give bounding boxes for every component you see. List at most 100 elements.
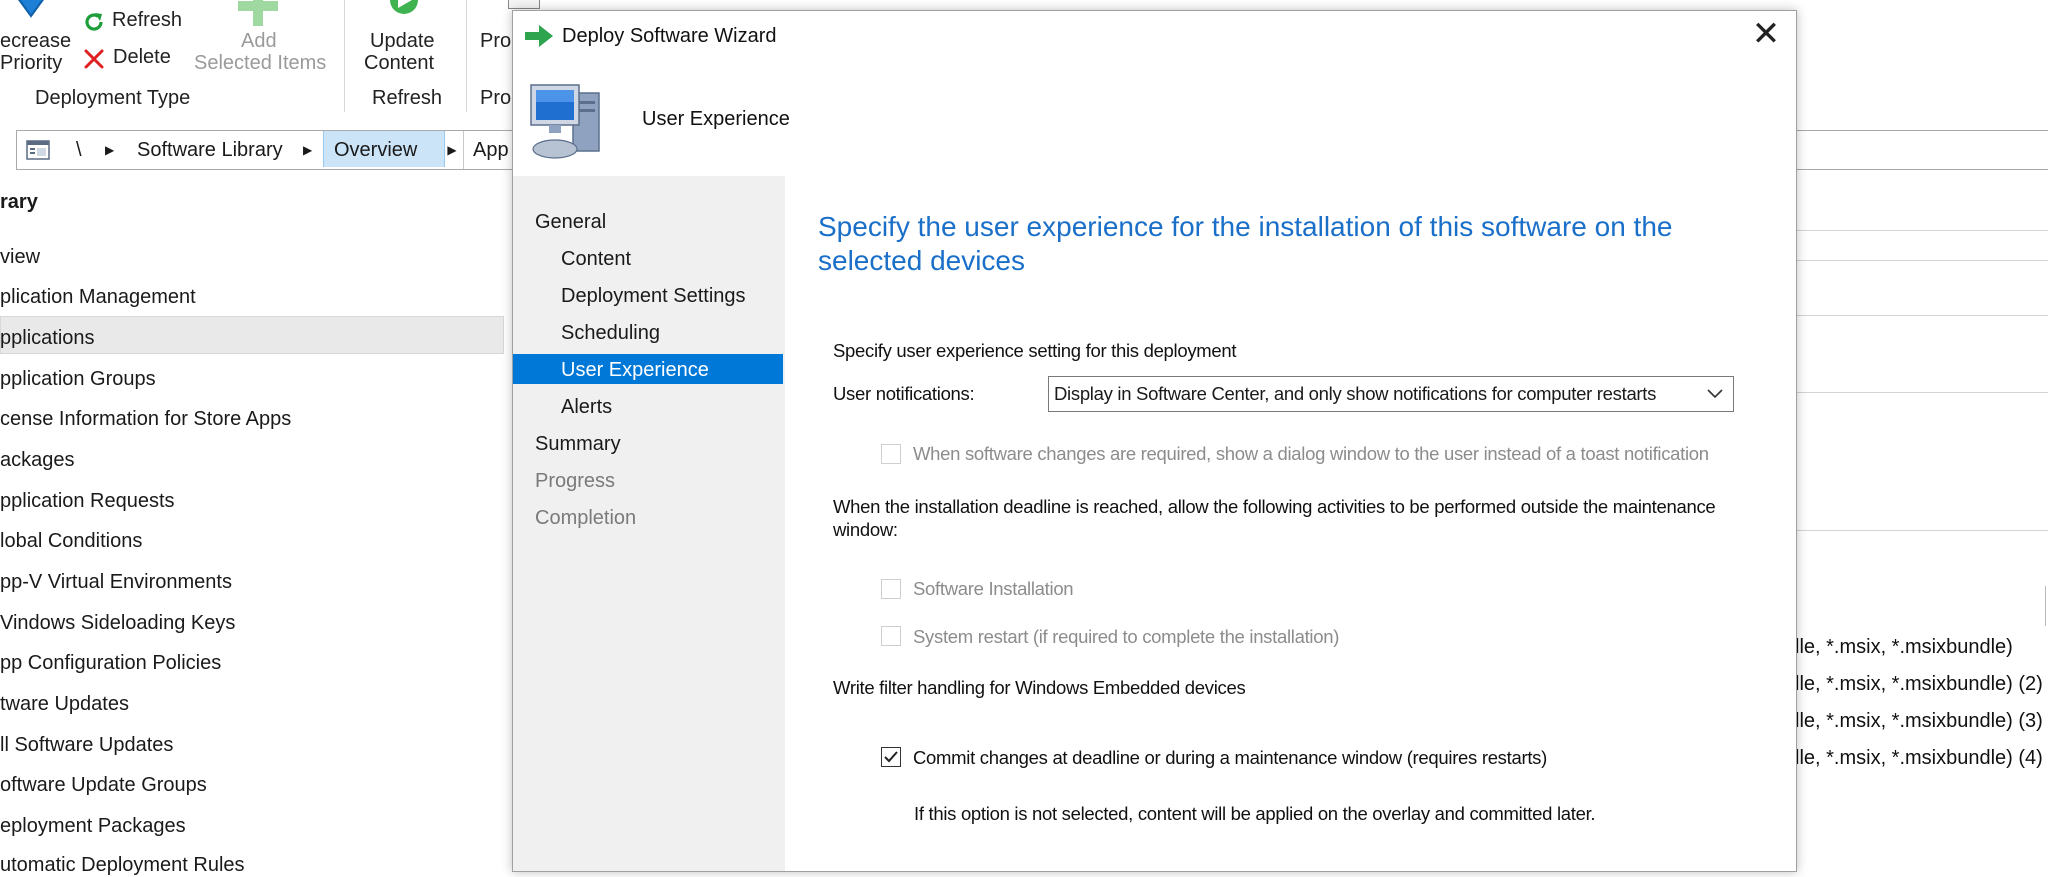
list-item[interactable]: lle, *.msix, *.msixbundle) [1795, 636, 2013, 659]
properties-button-label[interactable]: Pro [480, 30, 511, 53]
step-user-experience[interactable]: User Experience [561, 354, 709, 386]
user-notifications-value: Display in Software Center, and only sho… [1054, 383, 1657, 404]
pane-divider [1795, 530, 2048, 531]
software-installation-checkbox[interactable] [881, 579, 901, 599]
nav-item-automatic-deployment-rules[interactable]: utomatic Deployment Rules [0, 854, 245, 877]
pane-divider [1795, 392, 2048, 393]
nav-item-app-configuration-policies[interactable]: pp Configuration Policies [0, 652, 221, 675]
wizard-content: Specify the user experience for the inst… [785, 176, 1796, 871]
nav-item-application-requests[interactable]: pplication Requests [0, 490, 175, 513]
commit-note: If this option is not selected, content … [914, 803, 1596, 824]
wizard-page-header: User Experience [642, 108, 790, 130]
nav-item-deployment-packages[interactable]: eployment Packages [0, 815, 186, 838]
breadcrumb-root[interactable]: \ [76, 131, 82, 169]
nav-item-app-v-environments[interactable]: pp-V Virtual Environments [0, 571, 232, 594]
step-completion: Completion [535, 507, 637, 529]
add-selected-items-button[interactable]: Add Selected Items [192, 0, 334, 78]
checkmark-icon [884, 751, 898, 763]
breadcrumb-software-library[interactable]: Software Library [137, 131, 283, 169]
nav-item-software-update-groups[interactable]: oftware Update Groups [0, 774, 207, 797]
delete-icon [84, 49, 104, 69]
step-scheduling[interactable]: Scheduling [561, 317, 660, 349]
breadcrumb-arrow-icon[interactable]: ▶ [105, 131, 114, 169]
navigation-pane: rary view plication Management pplicatio… [0, 176, 512, 876]
add-icon [238, 0, 278, 26]
deploy-software-wizard-dialog: Deploy Software Wizard ✕ User Experience… [512, 10, 1797, 872]
add-selected-label-2: Selected Items [194, 52, 327, 74]
update-content-button[interactable]: Update Content [358, 0, 448, 78]
dialog-title: Deploy Software Wizard [562, 25, 777, 47]
close-icon: ✕ [1751, 15, 1781, 53]
system-restart-label: System restart (if required to complete … [913, 626, 1340, 647]
group-label-refresh: Refresh [372, 87, 443, 109]
deadline-text-line2: window: [833, 519, 898, 540]
step-progress: Progress [535, 470, 616, 492]
step-alerts[interactable]: Alerts [561, 391, 612, 423]
step-general[interactable]: General [535, 206, 606, 238]
user-notifications-label: User notifications: [833, 383, 975, 404]
group-label-deployment-type: Deployment Type [35, 87, 191, 109]
decrease-priority-label-2: Priority [0, 52, 63, 74]
step-content[interactable]: Content [561, 243, 631, 275]
chevron-down-icon [1707, 389, 1723, 399]
arrow-down-icon [18, 0, 44, 18]
console-icon [26, 140, 50, 160]
commit-changes-label: Commit changes at deadline or during a m… [913, 747, 1547, 768]
deadline-text-line1: When the installation deadline is reache… [833, 496, 1716, 517]
intro-text: Specify user experience setting for this… [833, 340, 1237, 361]
software-installation-label: Software Installation [913, 578, 1074, 599]
pane-divider [1795, 315, 2048, 316]
breadcrumb-app[interactable]: App [473, 131, 509, 169]
breadcrumb-arrow-icon[interactable]: ▶ [303, 131, 312, 169]
page-title: Specify the user experience for the inst… [818, 211, 1673, 276]
update-content-label-1: Update [370, 30, 435, 52]
wizard-arrow-icon [525, 25, 553, 47]
update-content-icon [390, 0, 418, 14]
pane-divider [1795, 230, 2048, 231]
write-filter-heading: Write filter handling for Windows Embedd… [833, 677, 1246, 698]
nav-item-applications[interactable]: pplications [0, 327, 95, 350]
breadcrumb-overview[interactable]: Overview [323, 131, 445, 167]
ribbon-separator [466, 0, 467, 112]
system-restart-checkbox[interactable] [881, 626, 901, 646]
refresh-label: Refresh [112, 9, 183, 31]
scrollbar-edge[interactable] [2045, 586, 2046, 626]
nav-item-packages[interactable]: ackages [0, 449, 75, 472]
dialog-window-checkbox[interactable] [881, 444, 901, 464]
nav-item-global-conditions[interactable]: lobal Conditions [0, 530, 142, 553]
nav-item-sideloading-keys[interactable]: Vindows Sideloading Keys [0, 612, 235, 635]
wizard-steps: General Content Deployment Settings Sche… [513, 176, 785, 871]
computer-icon [530, 84, 600, 159]
user-notifications-select[interactable]: Display in Software Center, and only sho… [1048, 376, 1734, 412]
delete-button[interactable]: Delete [82, 45, 192, 73]
decrease-priority-label-1: ecrease [0, 30, 72, 52]
add-selected-label-1: Add [241, 30, 277, 52]
step-deployment-settings[interactable]: Deployment Settings [561, 280, 746, 312]
breadcrumb-overview-label: Overview [334, 139, 418, 161]
nav-header-library[interactable]: rary [0, 191, 38, 214]
refresh-button[interactable]: Refresh [82, 8, 192, 36]
nav-item-application-management[interactable]: plication Management [0, 286, 196, 309]
ribbon-separator [344, 0, 345, 112]
nav-item-license-information[interactable]: cense Information for Store Apps [0, 408, 291, 431]
breadcrumb-arrow-icon[interactable]: ▶ [441, 131, 464, 169]
delete-label: Delete [113, 46, 171, 68]
properties-icon [508, 0, 540, 9]
nav-item-application-groups[interactable]: pplication Groups [0, 368, 156, 391]
close-button[interactable]: ✕ [1748, 17, 1784, 53]
nav-item-overview[interactable]: view [0, 246, 40, 269]
details-pane: lle, *.msix, *.msixbundle) lle, *.msix, … [1795, 170, 2048, 870]
list-item[interactable]: lle, *.msix, *.msixbundle) (3) [1795, 710, 2043, 733]
commit-changes-checkbox[interactable] [881, 747, 901, 767]
refresh-icon [85, 13, 103, 31]
nav-item-software-updates[interactable]: tware Updates [0, 693, 129, 716]
pane-divider [1795, 260, 2048, 261]
step-summary[interactable]: Summary [535, 428, 621, 460]
nav-item-all-software-updates[interactable]: ll Software Updates [0, 734, 173, 757]
update-content-label-2: Content [364, 52, 435, 74]
list-item[interactable]: lle, *.msix, *.msixbundle) (2) [1795, 673, 2043, 696]
decrease-priority-button[interactable]: ecrease Priority [0, 0, 72, 78]
list-item[interactable]: lle, *.msix, *.msixbundle) (4) [1795, 747, 2043, 770]
dialog-window-option-label: When software changes are required, show… [913, 443, 1709, 464]
group-label-pro: Pro [480, 87, 512, 109]
